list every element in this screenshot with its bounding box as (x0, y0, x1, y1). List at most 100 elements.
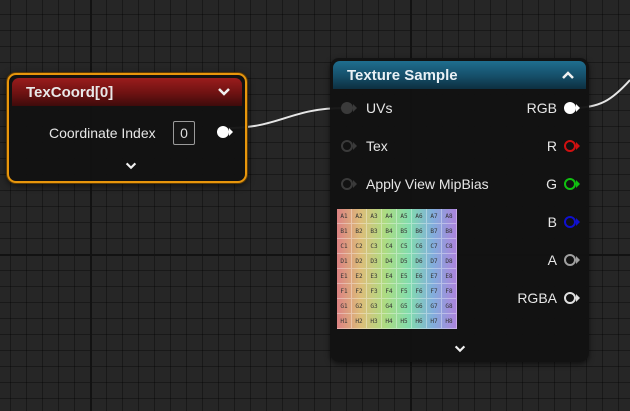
texture-preview-cell: B8 (442, 224, 457, 239)
coordinate-index-row: Coordinate Index 0 (9, 121, 245, 147)
coordinate-index-label: Coordinate Index (49, 125, 156, 141)
texture-preview-cell: C5 (397, 239, 412, 254)
coordinate-index-field[interactable]: 0 (173, 121, 195, 145)
texture-preview-cell: D6 (412, 254, 427, 269)
texture-sample-node-title: Texture Sample (347, 66, 458, 84)
texture-preview-cell: A7 (427, 209, 442, 224)
output-b-label: B (547, 214, 557, 230)
input-uvs-label: UVs (366, 100, 393, 116)
output-pin-icon[interactable] (563, 177, 581, 191)
chevron-down-icon[interactable] (121, 159, 141, 173)
texture-preview-cell: G4 (382, 299, 397, 314)
output-pin-connected-icon[interactable] (563, 101, 581, 115)
texcoord-node-title: TexCoord[0] (26, 83, 114, 101)
texture-preview-cell: G1 (337, 299, 352, 314)
texture-preview-cell: D3 (367, 254, 382, 269)
texcoord-node[interactable]: TexCoord[0] Coordinate Index 0 (7, 73, 247, 183)
texture-preview-cell: D1 (337, 254, 352, 269)
output-r-label: R (546, 138, 557, 154)
output-a-label: A (547, 252, 557, 268)
texture-preview-cell: B7 (427, 224, 442, 239)
output-pin-icon[interactable] (216, 125, 234, 139)
chevron-up-icon[interactable] (560, 67, 576, 83)
texture-preview-cell: A3 (367, 209, 382, 224)
texture-preview-cell: A1 (337, 209, 352, 224)
output-rgba-label: RGBA (517, 290, 557, 306)
texture-sample-node[interactable]: Texture Sample UVs Tex Apply View MipBia… (330, 58, 589, 362)
texture-preview-cell: D5 (397, 254, 412, 269)
texture-preview-cell: E6 (412, 269, 427, 284)
texture-preview-cell: F6 (412, 284, 427, 299)
texture-preview-cell: F1 (337, 284, 352, 299)
texture-preview-cell: B3 (367, 224, 382, 239)
output-g[interactable]: G (546, 173, 581, 195)
texture-preview-cell: C2 (352, 239, 367, 254)
input-tex[interactable]: Tex (340, 135, 388, 157)
output-pin-icon[interactable] (563, 139, 581, 153)
texture-preview-cell: H4 (382, 314, 397, 329)
texture-preview-thumbnail[interactable]: A1 A2 A3 A4 A5 A6 A7 A8 B1 B2 B3 B4 B5 B6 B7 B8 C1 C2 C3 C4… (337, 209, 457, 329)
texture-preview-cell: E3 (367, 269, 382, 284)
input-pin-icon[interactable] (340, 139, 358, 153)
texture-preview-cell: H5 (397, 314, 412, 329)
output-rgb-label: RGB (526, 100, 557, 116)
texture-preview-cell: G7 (427, 299, 442, 314)
texture-preview-cell: C7 (427, 239, 442, 254)
output-a[interactable]: A (548, 249, 581, 271)
texture-preview-cell: F5 (397, 284, 412, 299)
output-rgb[interactable]: RGB (527, 97, 581, 119)
texture-preview-cell: B5 (397, 224, 412, 239)
texture-preview-cell: C4 (382, 239, 397, 254)
texture-preview-cell: H6 (412, 314, 427, 329)
texture-preview-cell: E1 (337, 269, 352, 284)
texture-preview-cell: G8 (442, 299, 457, 314)
texture-preview-cell: D4 (382, 254, 397, 269)
output-rgba[interactable]: RGBA (517, 287, 581, 309)
input-pin-icon[interactable] (340, 177, 358, 191)
output-g-label: G (546, 176, 557, 192)
texture-preview-cell: C8 (442, 239, 457, 254)
texture-preview-cell: D8 (442, 254, 457, 269)
texture-preview-cell: F3 (367, 284, 382, 299)
output-b[interactable]: B (548, 211, 581, 233)
input-pin-connected-icon[interactable] (340, 101, 358, 115)
texture-preview-cell: A5 (397, 209, 412, 224)
texture-preview-cell: C6 (412, 239, 427, 254)
output-pin-icon[interactable] (563, 253, 581, 267)
texture-preview-cell: A2 (352, 209, 367, 224)
texture-preview-cell: H7 (427, 314, 442, 329)
texture-preview-cell: F4 (382, 284, 397, 299)
texcoord-node-header[interactable]: TexCoord[0] (12, 78, 242, 106)
texture-preview-cell: H8 (442, 314, 457, 329)
input-apply-view-mipbias-label: Apply View MipBias (366, 176, 489, 192)
texture-preview-cell: E4 (382, 269, 397, 284)
output-pin-icon[interactable] (563, 215, 581, 229)
texture-preview-cell: A8 (442, 209, 457, 224)
output-pin-icon[interactable] (563, 291, 581, 305)
texture-preview-cell: E8 (442, 269, 457, 284)
texture-preview-cell: A4 (382, 209, 397, 224)
texture-preview-cell: G6 (412, 299, 427, 314)
texture-preview-cell: G3 (367, 299, 382, 314)
texture-preview-cell: E5 (397, 269, 412, 284)
chevron-down-icon[interactable] (216, 84, 232, 100)
texture-preview-cell: H3 (367, 314, 382, 329)
output-r[interactable]: R (547, 135, 581, 157)
texture-preview-cell: F2 (352, 284, 367, 299)
texture-preview-cell: D2 (352, 254, 367, 269)
texture-sample-node-header[interactable]: Texture Sample (333, 61, 586, 89)
texture-preview-cell: B4 (382, 224, 397, 239)
texture-preview-cell: B1 (337, 224, 352, 239)
texture-preview-cell: E2 (352, 269, 367, 284)
input-uvs[interactable]: UVs (340, 97, 392, 119)
chevron-down-icon[interactable] (450, 342, 470, 356)
texture-preview-cell: G5 (397, 299, 412, 314)
texture-preview-cell: F8 (442, 284, 457, 299)
texture-preview-cell: F7 (427, 284, 442, 299)
texture-preview-cell: B2 (352, 224, 367, 239)
input-apply-view-mipbias[interactable]: Apply View MipBias (340, 173, 489, 195)
texture-preview-cell: C3 (367, 239, 382, 254)
texture-preview-cell: B6 (412, 224, 427, 239)
texture-preview-cell: C1 (337, 239, 352, 254)
texture-preview-cell: E7 (427, 269, 442, 284)
